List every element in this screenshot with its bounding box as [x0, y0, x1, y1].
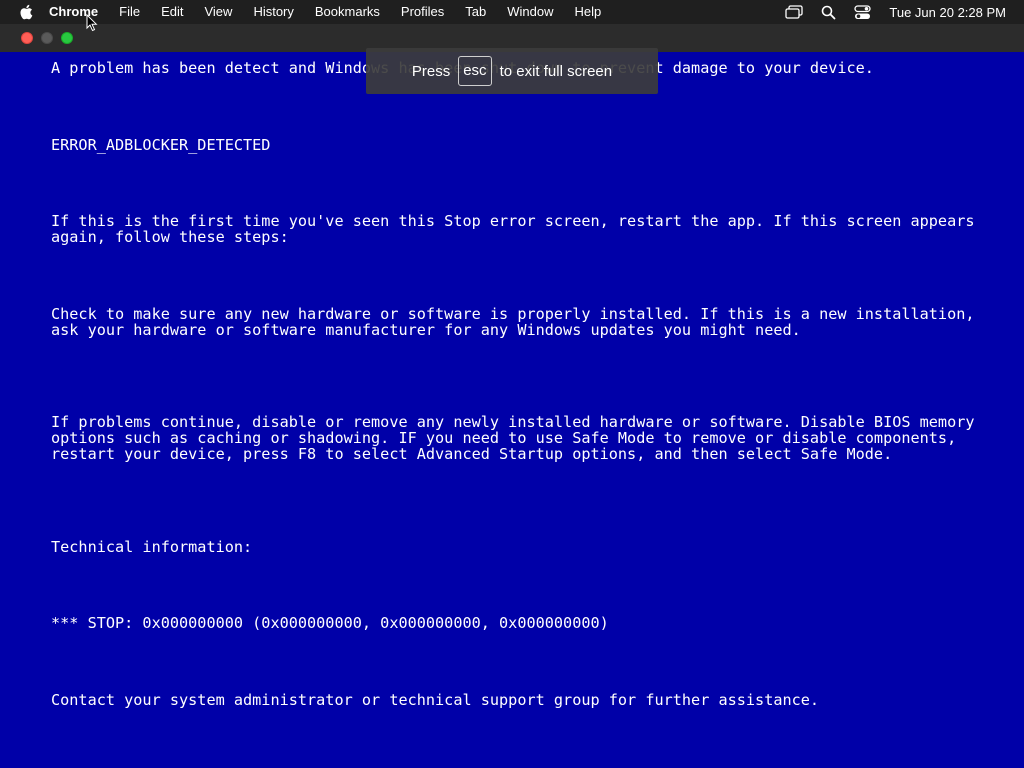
bsod-technical-heading: Technical information:	[51, 538, 253, 556]
spotlight-search-icon[interactable]	[817, 0, 839, 24]
control-center-icon[interactable]	[851, 0, 873, 24]
bsod-stop-code: *** STOP: 0x000000000 (0x000000000, 0x00…	[51, 614, 609, 632]
exit-fullscreen-toast: Press esc to exit full screen	[366, 48, 658, 94]
apple-logo-icon[interactable]	[16, 0, 36, 24]
menu-edit[interactable]: Edit	[161, 0, 183, 24]
bsod-contact-line: Contact your system administrator or tec…	[51, 691, 820, 709]
menu-window[interactable]: Window	[507, 0, 553, 24]
bsod-first-time-paragraph: If this is the first time you've seen th…	[51, 212, 984, 246]
screen-mirroring-icon[interactable]	[783, 0, 805, 24]
menu-tab[interactable]: Tab	[465, 0, 486, 24]
window-fullscreen-button[interactable]	[61, 32, 73, 44]
menu-profiles[interactable]: Profiles	[401, 0, 444, 24]
menu-help[interactable]: Help	[575, 0, 602, 24]
menu-bar: Chrome File Edit View History Bookmarks …	[0, 0, 1024, 24]
mouse-cursor-icon	[86, 14, 98, 32]
menu-file[interactable]: File	[119, 0, 140, 24]
toast-esc-key: esc	[458, 56, 492, 86]
menu-view[interactable]: View	[204, 0, 232, 24]
window-minimize-button[interactable]	[41, 32, 53, 44]
bsod-check-hardware-paragraph: Check to make sure any new hardware or s…	[51, 305, 984, 339]
toast-prefix: Press	[411, 62, 451, 80]
bsod-error-code: ERROR_ADBLOCKER_DETECTED	[51, 136, 271, 154]
menu-history[interactable]: History	[253, 0, 293, 24]
window-close-button[interactable]	[21, 32, 33, 44]
menu-bar-extras: Tue Jun 20 2:28 PM	[771, 0, 1006, 24]
menu-bookmarks[interactable]: Bookmarks	[315, 0, 380, 24]
toast-suffix: to exit full screen	[499, 62, 613, 80]
bsod-problems-continue-paragraph: If problems continue, disable or remove …	[51, 413, 984, 463]
menu-bar-clock[interactable]: Tue Jun 20 2:28 PM	[889, 5, 1006, 20]
